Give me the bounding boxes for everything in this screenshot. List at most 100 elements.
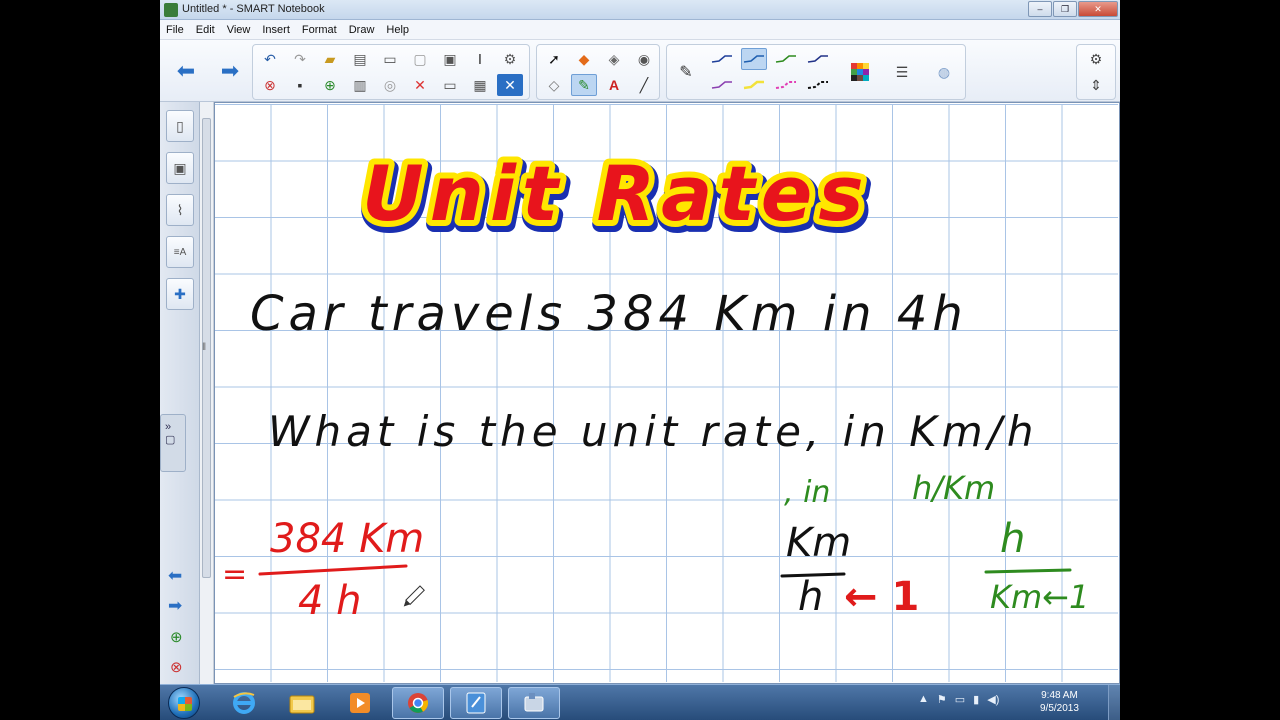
smart-notebook-window: Untitled * - SMART Notebook – ❐ ✕ File E… [160, 0, 1120, 720]
clock-time: 9:48 AM [1041, 690, 1078, 701]
next-page-button[interactable]: ➡ [216, 58, 244, 84]
clock-date: 9/5/2013 [1040, 703, 1079, 714]
previous-page-side-icon[interactable]: ⬅ [168, 566, 182, 586]
display-icon[interactable]: ▭ [955, 693, 965, 706]
sidebar-scrollbar[interactable]: ‖ [200, 102, 214, 684]
smart-notebook-app-icon [164, 3, 178, 17]
pen-style-green-icon[interactable] [773, 48, 799, 70]
fill-icon[interactable]: ◉ [631, 48, 657, 70]
close-view-icon[interactable]: ✕ [497, 74, 523, 96]
menu-format[interactable]: Format [296, 20, 343, 39]
pens-icon[interactable]: ✎ [571, 74, 597, 96]
capture-icon[interactable]: ▢ [407, 48, 433, 70]
handwriting-layer: Unit Rates Unit Rates Unit Rates Car tra… [222, 143, 1089, 624]
color-palette-icon[interactable] [847, 61, 873, 83]
shape-recognition-icon[interactable]: ⚙ [497, 48, 523, 70]
highlighter-icon[interactable]: ◇ [541, 74, 567, 96]
page-tools-group: ↶ ↷ ▰ ▤ ▭ ▢ ▣ Ⅰ ⚙ ⊗ ▪ ⊕ ▥ ◎ ✕ ▭ ▦ ✕ [252, 44, 530, 100]
menu-draw[interactable]: Draw [343, 20, 381, 39]
start-button[interactable] [168, 687, 200, 719]
alt-unit-prefix: , in [784, 475, 830, 510]
save-icon[interactable]: ▪ [287, 74, 313, 96]
add-page-icon[interactable]: ⊕ [317, 74, 343, 96]
page-sorter-tab-icon[interactable]: ▯ [166, 110, 194, 142]
green-denominator: Km←1 [990, 578, 1089, 616]
menu-insert[interactable]: Insert [256, 20, 296, 39]
pen-style-magenta-icon[interactable] [773, 74, 799, 96]
move-toolbar-icon[interactable]: ⇕ [1083, 74, 1109, 96]
line-style-icon[interactable]: ☰ [889, 61, 915, 83]
smart-tools-taskbar-icon[interactable] [508, 687, 560, 719]
next-page-side-icon[interactable]: ➡ [168, 596, 182, 616]
page-title: Unit Rates [362, 149, 870, 238]
fraction-numerator: 384 Km [270, 516, 424, 562]
print-icon[interactable]: ▥ [347, 74, 373, 96]
menu-file[interactable]: File [160, 20, 190, 39]
smart-notebook-taskbar-icon[interactable] [450, 687, 502, 719]
tray-expand-icon[interactable]: ▲ [918, 693, 929, 706]
pen-styles-group: ✎ ☰ ◍ [666, 44, 966, 100]
eraser-icon[interactable]: ◈ [601, 48, 627, 70]
minimize-button[interactable]: – [1028, 1, 1052, 17]
pen-style-purple-icon[interactable] [709, 74, 735, 96]
gear-icon[interactable]: ⚙ [1083, 48, 1109, 70]
redo-icon[interactable]: ↷ [287, 48, 313, 70]
draw-tools-group: ➚ ◆ ◈ ◉ ◇ ✎ A ╱ [536, 44, 660, 100]
alt-unit-label: h/Km [912, 469, 995, 507]
gallery-tab-icon[interactable]: ▣ [166, 152, 194, 184]
file-explorer-taskbar-icon[interactable] [276, 687, 328, 719]
pen-style-yellow-icon[interactable] [741, 74, 767, 96]
restore-button[interactable]: ❐ [1053, 1, 1077, 17]
select-pointer-icon[interactable]: ➚ [541, 48, 567, 70]
properties-tab-icon[interactable]: ≡A [166, 236, 194, 268]
pen-cursor-icon [403, 585, 425, 607]
pen-style-dashed-icon[interactable] [805, 74, 831, 96]
menu-help[interactable]: Help [380, 20, 415, 39]
problem-statement: Car travels 384 Km in 4h [250, 286, 968, 342]
gallery-icon[interactable]: ▣ [437, 48, 463, 70]
magnifier-icon[interactable]: ◎ [377, 74, 403, 96]
delete-page-side-icon[interactable]: ⊗ [170, 658, 183, 676]
add-page-side-icon[interactable]: ⊕ [170, 628, 183, 646]
action-center-icon[interactable]: ⚑ [937, 693, 947, 706]
pen-style-selected-icon[interactable] [741, 48, 767, 70]
collapse-sidebar-button[interactable]: » ▢ [160, 414, 186, 472]
question-text: What is the unit rate, in Km/h [268, 407, 1038, 456]
red-arrow-one: ← 1 [844, 574, 919, 620]
equals-sign: = [222, 557, 247, 592]
addons-tab-icon[interactable]: ✚ [166, 278, 194, 310]
previous-page-button[interactable]: ⬅ [172, 58, 200, 84]
internet-explorer-taskbar-icon[interactable] [218, 687, 270, 719]
text-a-icon[interactable]: A [601, 74, 627, 96]
window-controls: – ❐ ✕ [1028, 1, 1118, 17]
line-icon[interactable]: ╱ [631, 74, 657, 96]
open-folder-icon[interactable]: ▰ [317, 48, 343, 70]
pen-tool-icon[interactable]: ✎ [673, 61, 699, 83]
volume-icon[interactable]: ◀) [987, 693, 999, 706]
delete-page-icon[interactable]: ⊗ [257, 74, 283, 96]
attachments-tab-icon[interactable]: ⌇ [166, 194, 194, 226]
show-desktop-button[interactable] [1108, 685, 1120, 720]
table-icon[interactable]: ▦ [467, 74, 493, 96]
menu-bar: File Edit View Insert Format Draw Help [160, 20, 1120, 40]
resize-grip[interactable]: ‖ [202, 342, 206, 353]
text-tool-icon[interactable]: Ⅰ [467, 48, 493, 70]
screen-shade-icon[interactable]: ▭ [377, 48, 403, 70]
media-player-taskbar-icon[interactable] [334, 687, 386, 719]
paste-icon[interactable]: ▤ [347, 48, 373, 70]
undo-icon[interactable]: ↶ [257, 48, 283, 70]
menu-edit[interactable]: Edit [190, 20, 221, 39]
screen-icon[interactable]: ▭ [437, 74, 463, 96]
transparency-icon[interactable]: ◍ [931, 61, 957, 83]
taskbar-clock[interactable]: 9:48 AM 9/5/2013 [1040, 689, 1079, 715]
pen-style-blue-icon[interactable] [709, 48, 735, 70]
network-icon[interactable]: ▮ [973, 693, 979, 706]
shapes-icon[interactable]: ◆ [571, 48, 597, 70]
close-button[interactable]: ✕ [1078, 1, 1118, 17]
delete-icon[interactable]: ✕ [407, 74, 433, 96]
chrome-taskbar-icon[interactable] [392, 687, 444, 719]
notebook-page-canvas[interactable]: Unit Rates Unit Rates Unit Rates Car tra… [214, 104, 1118, 682]
system-tray: ▲ ⚑ ▭ ▮ ◀) [918, 693, 999, 706]
pen-style-navy-icon[interactable] [805, 48, 831, 70]
menu-view[interactable]: View [221, 20, 257, 39]
